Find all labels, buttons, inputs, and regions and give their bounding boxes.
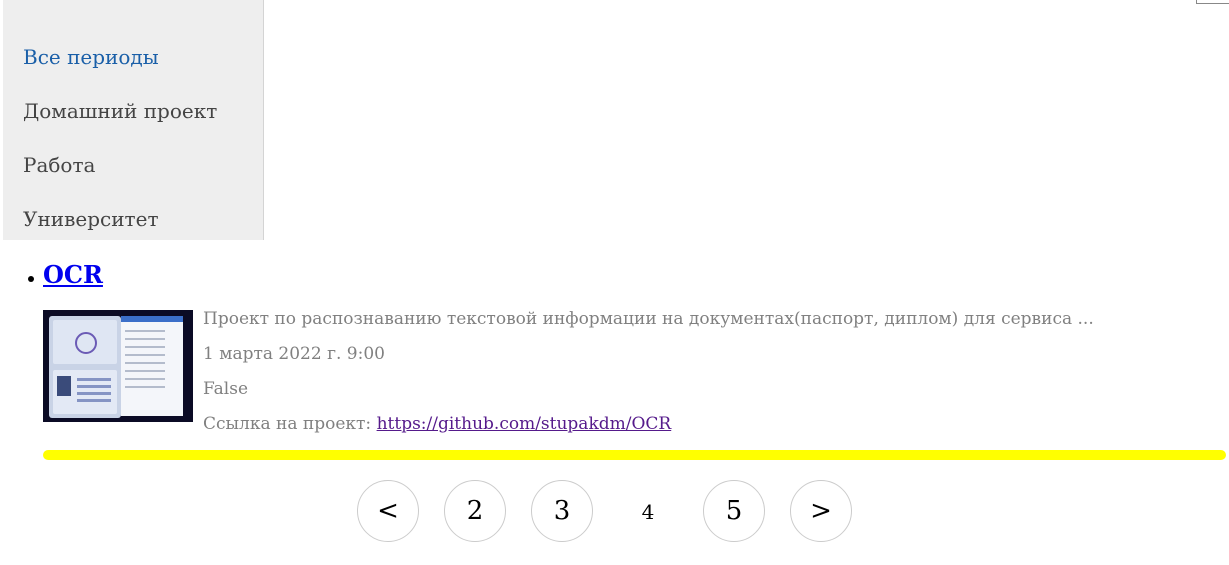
pagination-page-5[interactable]: 5: [703, 480, 765, 542]
pagination-page-2[interactable]: 2: [444, 480, 506, 542]
project-link-label: Ссылка на проект:: [203, 414, 372, 434]
post-description: Проект по распознаванию текстовой информ…: [203, 309, 1094, 329]
post-date: 1 марта 2022 г. 9:00: [203, 344, 385, 364]
sidebar-item-home-project[interactable]: Домашний проект: [23, 99, 217, 123]
post-title-link[interactable]: OCR: [43, 260, 103, 290]
sidebar-item-work[interactable]: Работа: [23, 153, 95, 177]
category-sidebar: Все периоды Домашний проект Работа Униве…: [3, 0, 264, 240]
screen-image: [121, 316, 183, 416]
yellow-divider: [43, 450, 1226, 460]
top-right-edge: [1196, 0, 1229, 4]
pagination-current-page: 4: [641, 500, 655, 524]
post-flag: False: [203, 379, 248, 399]
page: Все периоды Домашний проект Работа Униве…: [0, 0, 1229, 565]
pagination-next-button[interactable]: >: [790, 480, 852, 542]
pagination-page-3[interactable]: 3: [531, 480, 593, 542]
passport-image: [49, 316, 121, 418]
project-link-line: Ссылка на проект: https://github.com/stu…: [203, 413, 671, 435]
project-thumbnail-image[interactable]: [43, 310, 193, 422]
list-bullet: [28, 276, 34, 282]
project-link[interactable]: https://github.com/stupakdm/OCR: [377, 414, 672, 434]
sidebar-item-university[interactable]: Университет: [23, 207, 159, 231]
sidebar-item-all-periods[interactable]: Все периоды: [23, 45, 159, 69]
pagination-prev-button[interactable]: <: [357, 480, 419, 542]
